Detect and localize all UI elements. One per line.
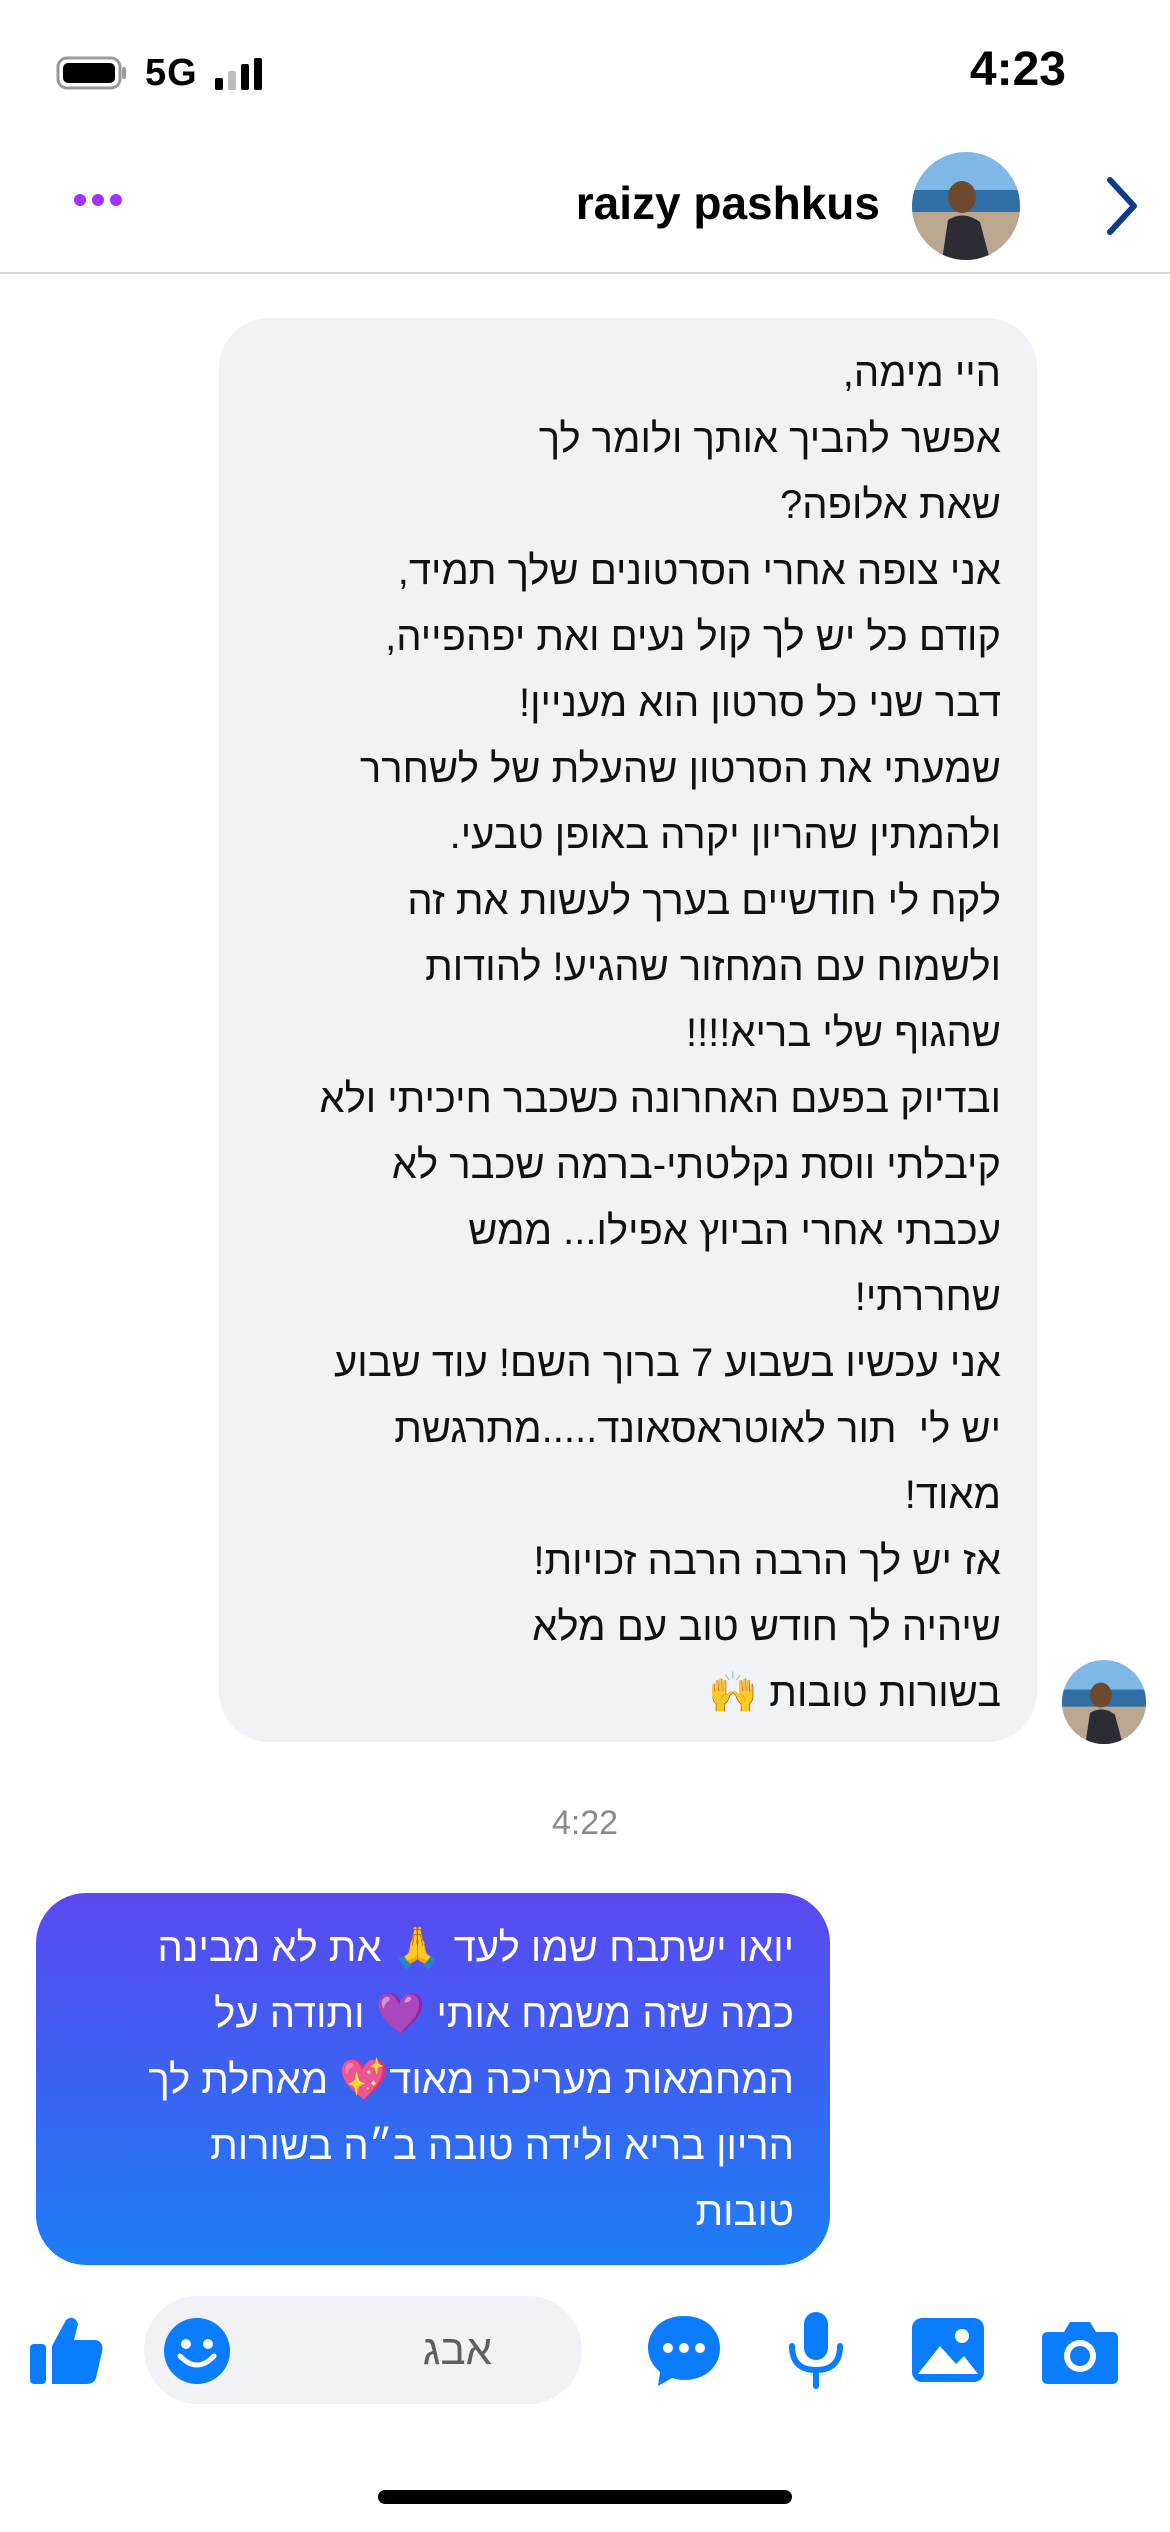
image-icon[interactable] (906, 2308, 990, 2392)
message-line: המחמאות מעריכה מאוד💖 מאחלת לך (148, 2058, 794, 2102)
chat-header: raizy pashkus (0, 140, 1170, 274)
status-bar: 5G 4:23 (0, 0, 1170, 140)
home-indicator[interactable] (378, 2490, 792, 2504)
message-input[interactable]: אבג (144, 2296, 582, 2404)
message-line: קיבלתי ווסת נקלטתי-ברמה שכבר לא (391, 1143, 1001, 1187)
message-line: שאת אלופה? (780, 483, 1001, 527)
contact-name[interactable]: raizy pashkus (576, 176, 880, 230)
sender-avatar[interactable] (1062, 1660, 1146, 1744)
outgoing-message-text: יואו ישתבח שמו לעד 🙏 את לא מבינה כמה שזה… (54, 1915, 794, 2245)
message-line: שחררתי! (854, 1275, 1001, 1319)
message-line: שמעתי את הסרטון שהעלת של לשחרר (359, 747, 1001, 791)
signal-bars-icon (215, 58, 262, 90)
message-line: אני עכשיו בשבוע 7 ברוך השם! עוד שבוע (334, 1341, 1001, 1385)
message-line: שהגוף שלי בריא!!!! (685, 1011, 1001, 1055)
message-line: דבר שני כל סרטון הוא מעניין! (519, 681, 1001, 725)
battery-icon (56, 56, 126, 90)
message-line: מאוד! (904, 1473, 1001, 1517)
message-line: ובדיוק בפעם האחרונה כשכבר חיכיתי ולא (319, 1077, 1001, 1121)
message-line: שיהיה לך חודש טוב עם מלא (532, 1605, 1001, 1649)
chat-bubble-icon[interactable] (642, 2308, 726, 2392)
message-line: לקח לי חודשיים בערך לעשות את זה (407, 879, 1001, 923)
message-line: כמה שזה משמח אותי 💜 ותודה על (214, 1992, 794, 2036)
more-dots-icon[interactable] (68, 180, 128, 220)
emoji-icon[interactable] (162, 2316, 232, 2386)
message-line: היי מימה, (842, 351, 1001, 395)
message-line: עכבתי אחרי הביוץ אפילו... ממש (468, 1209, 1001, 1253)
message-line: אני צופה אחרי הסרטונים שלך תמיד, (397, 549, 1001, 593)
network-label: 5G (145, 52, 198, 94)
message-line: יש לי תור לאוטראסאונד.....מתרגשת (394, 1407, 1001, 1451)
message-line: אז יש לך הרבה הרבה זכויות! (533, 1539, 1001, 1583)
message-timestamp: 4:22 (551, 1804, 619, 1842)
outgoing-message-bubble[interactable]: יואו ישתבח שמו לעד 🙏 את לא מבינה כמה שזה… (36, 1893, 830, 2265)
input-placeholder: אבג (422, 2326, 492, 2373)
message-line: ולהמתין שהריון יקרה באופן טבעי. (449, 813, 1001, 857)
thumbs-up-icon[interactable] (24, 2308, 108, 2392)
incoming-message-bubble[interactable]: היי מימה, אפשר להביך אותך ולומר לך שאת א… (219, 318, 1037, 1742)
message-line: יואו ישתבח שמו לעד 🙏 את לא מבינה (157, 1926, 794, 1970)
camera-icon[interactable] (1038, 2308, 1122, 2392)
message-line: ולשמוח עם המחזור שהגיע! להודות (425, 945, 1001, 989)
message-composer: אבג (0, 2290, 1170, 2410)
chevron-right-icon[interactable] (1100, 174, 1144, 238)
incoming-message-text: היי מימה, אפשר להביך אותך ולומר לך שאת א… (241, 340, 1001, 1726)
message-line: קודם כל יש לך קול נעים ואת יפהפייה, (385, 615, 1001, 659)
status-time: 4:23 (969, 43, 1066, 96)
message-line: הריון בריא ולידה טובה ב״ה בשורות (210, 2124, 794, 2168)
message-line: בשורות טובות 🙌 (708, 1671, 1001, 1715)
message-line: טובות (695, 2190, 794, 2234)
message-line: אפשר להביך אותך ולומר לך (538, 417, 1001, 461)
contact-avatar[interactable] (912, 152, 1020, 260)
microphone-icon[interactable] (774, 2308, 858, 2392)
